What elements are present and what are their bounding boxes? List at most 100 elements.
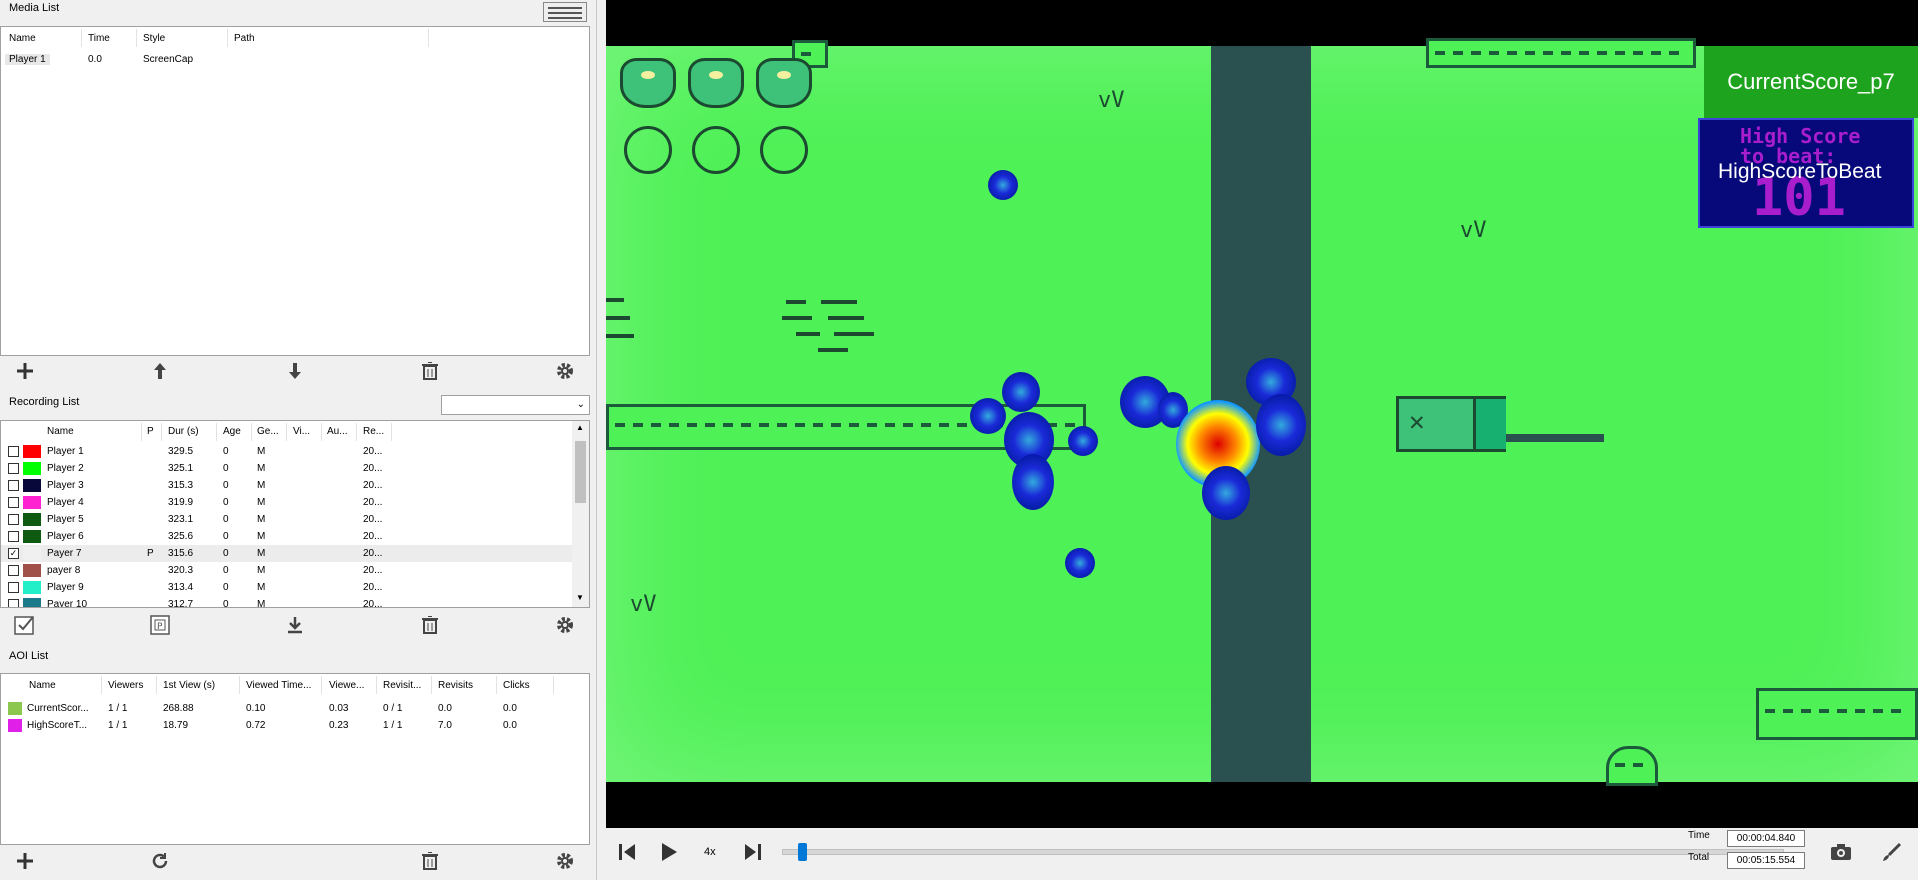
table-row[interactable]: Payer 10 312.7 0 M 20...	[1, 596, 573, 607]
playback-mode-button[interactable]: P	[145, 610, 175, 640]
col-revisitors[interactable]: Revisit...	[383, 680, 421, 691]
hamburger-menu-icon[interactable]	[543, 2, 587, 22]
col-clicks[interactable]: Clicks	[503, 680, 530, 691]
aoi-color-swatch[interactable]	[8, 702, 22, 715]
col-p[interactable]: P	[147, 426, 154, 437]
row-checkbox[interactable]: ✓	[8, 548, 19, 559]
video-viewport[interactable]: vV vV vV ✕ 0 CurrentScore_p7	[606, 0, 1918, 828]
cell-name: Player 3	[47, 480, 84, 491]
delete-media-button[interactable]	[415, 356, 445, 386]
table-row[interactable]: Player 5 323.1 0 M 20...	[1, 511, 573, 528]
heart-icon	[756, 58, 812, 108]
check-all-button[interactable]	[10, 610, 40, 640]
col-style[interactable]: Style	[143, 33, 165, 44]
row-checkbox[interactable]	[8, 480, 19, 491]
delete-recording-button[interactable]	[415, 610, 445, 640]
row-checkbox[interactable]	[8, 599, 19, 607]
refresh-aoi-button[interactable]	[145, 846, 175, 876]
cell-dur: 323.1	[168, 514, 194, 525]
speed-button[interactable]: 4x	[704, 846, 716, 858]
cell-name: Player 6	[47, 531, 84, 542]
time-field[interactable]: 00:00:04.840	[1727, 830, 1805, 847]
row-checkbox[interactable]	[8, 463, 19, 474]
col-audio[interactable]: Au...	[327, 426, 348, 437]
aoi-settings-button[interactable]	[550, 846, 580, 876]
scrollbar-thumb[interactable]	[575, 441, 586, 503]
export-recording-button[interactable]	[280, 610, 310, 640]
color-swatch[interactable]	[23, 496, 41, 509]
cell-re: 20...	[363, 531, 383, 542]
row-checkbox[interactable]	[8, 514, 19, 525]
current-score-aoi[interactable]: 0 CurrentScore_p7	[1704, 46, 1918, 118]
recording-scrollbar[interactable]: ▲ ▼	[572, 421, 589, 607]
col-vision[interactable]: Vi...	[293, 426, 310, 437]
color-swatch[interactable]	[23, 479, 41, 492]
table-row[interactable]: ✓ Payer 7 P 315.6 0 M 20...	[1, 545, 573, 562]
scroll-down-icon[interactable]: ▼	[576, 593, 584, 602]
col-time[interactable]: Time	[88, 33, 110, 44]
table-row[interactable]: Player 2 325.1 0 M 20...	[1, 460, 573, 477]
col-viewers[interactable]: Viewers	[108, 680, 143, 691]
add-media-button[interactable]	[10, 356, 40, 386]
col-recorded[interactable]: Re...	[363, 426, 384, 437]
add-aoi-button[interactable]	[10, 846, 40, 876]
table-row[interactable]: HighScoreT... 1 / 1 18.79 0.72 0.23 1 / 1 7.0 0…	[1, 717, 589, 734]
row-checkbox[interactable]	[8, 582, 19, 593]
draw-tool-button[interactable]	[1880, 842, 1904, 864]
delete-aoi-button[interactable]	[415, 846, 445, 876]
media-settings-button[interactable]	[550, 356, 580, 386]
table-row[interactable]: Player 1 329.5 0 M 20...	[1, 443, 573, 460]
row-checkbox[interactable]	[8, 531, 19, 542]
col-revisits[interactable]: Revisits	[438, 680, 473, 691]
col-duration[interactable]: Dur (s)	[168, 426, 199, 437]
recording-list-table[interactable]: Name P Dur (s) Age Ge... Vi... Au... Re.…	[0, 420, 590, 608]
scroll-up-icon[interactable]: ▲	[576, 423, 584, 432]
row-checkbox[interactable]	[8, 446, 19, 457]
move-up-button[interactable]	[145, 356, 175, 386]
previous-button[interactable]	[616, 841, 640, 865]
col-first-view[interactable]: 1st View (s)	[163, 680, 215, 691]
color-swatch[interactable]	[23, 598, 41, 607]
recording-settings-button[interactable]	[550, 610, 580, 640]
next-button[interactable]	[742, 841, 766, 865]
color-swatch[interactable]	[23, 581, 41, 594]
snapshot-button[interactable]	[1830, 842, 1854, 864]
table-row[interactable]: Player 3 315.3 0 M 20...	[1, 477, 573, 494]
row-checkbox[interactable]	[8, 497, 19, 508]
col-path[interactable]: Path	[234, 33, 255, 44]
row-checkbox[interactable]	[8, 565, 19, 576]
table-row[interactable]: Player 1 0.0 ScreenCap	[1, 52, 589, 68]
aoi-list-table[interactable]: Name Viewers 1st View (s) Viewed Time...…	[0, 673, 590, 845]
color-swatch[interactable]	[23, 547, 41, 560]
col-name[interactable]: Name	[29, 680, 56, 691]
move-down-button[interactable]	[280, 356, 310, 386]
color-swatch[interactable]	[23, 462, 41, 475]
recording-filter-dropdown[interactable]: ⌄	[441, 395, 590, 415]
table-row[interactable]: Player 6 325.6 0 M 20...	[1, 528, 573, 545]
table-row[interactable]: Player 9 313.4 0 M 20...	[1, 579, 573, 596]
col-viewed[interactable]: Viewe...	[329, 680, 364, 691]
table-row[interactable]: payer 8 320.3 0 M 20...	[1, 562, 573, 579]
high-score-aoi[interactable]: High Score to beat: 101 HighScoreToBeat	[1698, 118, 1914, 228]
table-row[interactable]: CurrentScor... 1 / 1 268.88 0.10 0.03 0 / 1 0.…	[1, 700, 589, 717]
gaze-point	[1002, 372, 1040, 412]
col-age[interactable]: Age	[223, 426, 241, 437]
transport-bar: 4x Time 00:00:04.840 Total 00:05:15.554	[606, 828, 1918, 880]
col-viewed-time[interactable]: Viewed Time...	[246, 680, 311, 691]
table-row[interactable]: Player 4 319.9 0 M 20...	[1, 494, 573, 511]
col-gender[interactable]: Ge...	[257, 426, 279, 437]
media-list-table[interactable]: Name Time Style Path Player 1 0.0 Screen…	[0, 26, 590, 356]
cell-viewed_time: 0.10	[246, 703, 266, 714]
color-swatch[interactable]	[23, 564, 41, 577]
aoi-color-swatch[interactable]	[8, 719, 22, 732]
color-swatch[interactable]	[23, 445, 41, 458]
col-name[interactable]: Name	[47, 426, 74, 437]
color-swatch[interactable]	[23, 513, 41, 526]
seek-track[interactable]	[782, 843, 1784, 861]
aoi-list-header: Name Viewers 1st View (s) Viewed Time...…	[1, 674, 589, 696]
seek-thumb[interactable]	[798, 843, 807, 861]
col-name[interactable]: Name	[9, 33, 36, 44]
play-button[interactable]	[658, 841, 682, 865]
color-swatch[interactable]	[23, 530, 41, 543]
cell-age: 0	[223, 514, 229, 525]
